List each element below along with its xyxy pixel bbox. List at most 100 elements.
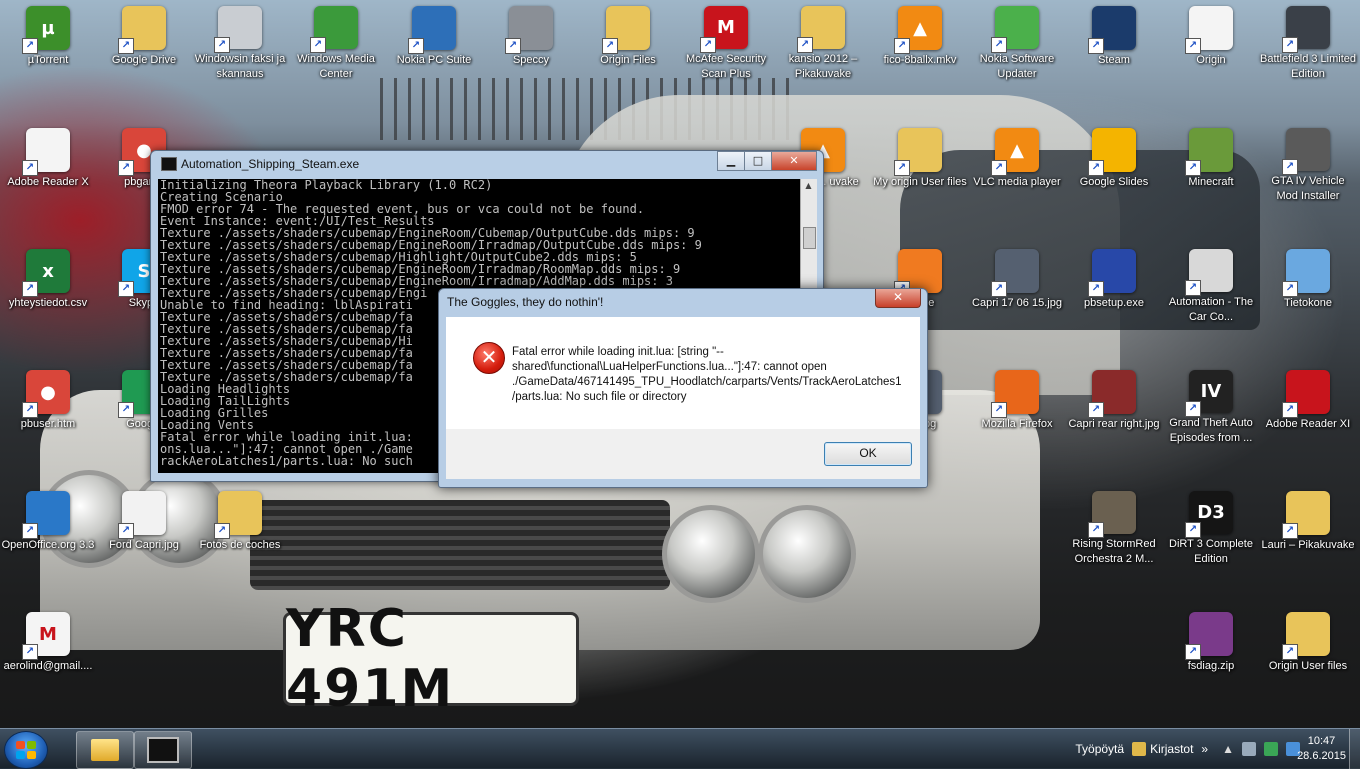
desktop-icon[interactable]: ↗ Google Slides xyxy=(1066,124,1162,204)
taskbar-explorer-button[interactable] xyxy=(76,731,134,769)
ok-button[interactable]: OK xyxy=(824,442,912,466)
desktop-icon[interactable]: ↗ Origin xyxy=(1163,2,1259,82)
windows-logo-icon xyxy=(16,741,36,759)
error-dialog[interactable]: The Goggles, they do nothin'! ✕ ✕ Fatal … xyxy=(438,288,928,488)
dialog-close-button[interactable]: ✕ xyxy=(875,289,921,308)
google-drive-tray-icon[interactable] xyxy=(1264,742,1278,756)
desktop-icon[interactable]: D3 ↗ DiRT 3 Complete Edition xyxy=(1163,487,1259,567)
toolbar-libraries[interactable]: Kirjastot xyxy=(1150,742,1193,756)
folder-icon: ↗ xyxy=(894,128,942,176)
firefox-icon: ↗ xyxy=(991,370,1039,418)
maximize-button[interactable]: □ xyxy=(744,151,772,171)
shortcut-arrow-icon: ↗ xyxy=(1185,38,1201,54)
console-window-controls: ▁ □ ✕ xyxy=(717,151,817,171)
desktop-icon-label: My origin User files xyxy=(873,176,967,188)
toolbar-expand[interactable]: » xyxy=(1201,742,1208,756)
slides-icon: ↗ xyxy=(1088,128,1136,176)
computer-icon: ↗ xyxy=(1282,249,1330,297)
desktop-icon[interactable]: M ↗ McAfee Security Scan Plus xyxy=(678,2,774,82)
desktop-icon[interactable]: ↗ Adobe Reader X xyxy=(0,124,96,204)
wallpaper-grille xyxy=(250,500,670,590)
shortcut-arrow-icon: ↗ xyxy=(1282,523,1298,539)
minimize-button[interactable]: ▁ xyxy=(717,151,745,171)
desktop-icon[interactable]: ↗ Ford Capri.jpg xyxy=(96,487,192,567)
mcafee-icon: M ↗ xyxy=(700,6,748,53)
minecraft-icon: ↗ xyxy=(1185,128,1233,176)
desktop-icon[interactable]: ↗ Google Drive xyxy=(96,2,192,82)
shortcut-arrow-icon: ↗ xyxy=(1282,159,1298,175)
desktop-icon[interactable]: ↗ Origin User files xyxy=(1260,608,1356,688)
shortcut-arrow-icon: ↗ xyxy=(700,37,716,53)
shortcut-arrow-icon: ↗ xyxy=(1088,402,1104,418)
desktop-icon[interactable]: ↗ Capri rear right.jpg xyxy=(1066,366,1162,446)
automation-icon: ↗ xyxy=(1185,249,1233,296)
desktop-icon-label: Adobe Reader XI xyxy=(1265,418,1351,430)
desktop-icon[interactable]: ↗ fsdiag.zip xyxy=(1163,608,1259,688)
desktop-icon[interactable]: µ ↗ µTorrent xyxy=(0,2,96,82)
show-desktop-button[interactable] xyxy=(1349,729,1360,769)
close-button[interactable]: ✕ xyxy=(771,151,817,171)
desktop-icon[interactable]: ↗ Adobe Reader XI xyxy=(1260,366,1356,446)
desktop-icon[interactable]: ↗ Fotos de coches xyxy=(192,487,288,567)
shortcut-arrow-icon: ↗ xyxy=(22,160,38,176)
desktop-icon[interactable]: ▲ ↗ fico-8ballx.mkv xyxy=(872,2,968,82)
scroll-thumb[interactable] xyxy=(803,227,816,249)
console-title: Automation_Shipping_Steam.exe xyxy=(181,157,360,171)
desktop-icon-label: GTA IV Vehicle Mod Installer xyxy=(1271,175,1345,202)
desktop-icon-label: pbsetup.exe xyxy=(1084,297,1144,309)
start-button[interactable] xyxy=(4,731,48,769)
scroll-up-arrow-icon[interactable]: ▲ xyxy=(803,181,814,193)
desktop-icon[interactable]: ↗ Windows Media Center xyxy=(288,2,384,82)
desktop-icon[interactable]: ↗ My origin User files xyxy=(872,124,968,204)
document-icon: ↗ xyxy=(22,128,70,176)
desktop-icon[interactable]: ↗ Speccy xyxy=(483,2,579,82)
desktop-icon-label: Google Slides xyxy=(1079,176,1149,188)
desktop-icon[interactable]: ↗ Minecraft xyxy=(1163,124,1259,204)
console-app-icon xyxy=(161,157,177,171)
clock[interactable]: 10:47 28.6.2015 xyxy=(1297,734,1346,764)
desktop-icon[interactable]: ↗ OpenOffice.org 3.3 xyxy=(0,487,96,567)
taskbar-console-button[interactable] xyxy=(134,731,192,769)
desktop-icon-label: kansio 2012 – Pikakuvake xyxy=(788,53,858,80)
desktop-icon[interactable]: ↗ GTA IV Vehicle Mod Installer xyxy=(1260,124,1356,204)
desktop-icon[interactable]: ↗ Windowsin faksi ja skannaus xyxy=(192,2,288,82)
toolbar-desktop[interactable]: Työpöytä xyxy=(1075,742,1124,756)
openoffice-icon: ↗ xyxy=(22,491,70,539)
desktop-icon[interactable]: ↗ pbsetup.exe xyxy=(1066,245,1162,325)
shortcut-arrow-icon: ↗ xyxy=(1282,402,1298,418)
desktop-icon[interactable]: ↗ Rising StormRed Orchestra 2 M... xyxy=(1066,487,1162,567)
desktop-icon[interactable]: ● ↗ pbuser.htm xyxy=(0,366,96,446)
show-hidden-icons-icon[interactable]: ▲ xyxy=(1222,742,1234,756)
gta-installer-icon: ↗ xyxy=(1282,128,1330,175)
desktop-icon[interactable]: ↗ Origin Files xyxy=(580,2,676,82)
desktop-icon[interactable]: ↗ Lauri – Pikakuvake xyxy=(1260,487,1356,567)
desktop-icon[interactable]: ↗ Nokia PC Suite xyxy=(386,2,482,82)
desktop-icon-label: Ford Capri.jpg xyxy=(109,539,179,551)
desktop-icon[interactable]: ↗ Nokia Software Updater xyxy=(969,2,1065,82)
desktop-icon[interactable]: M ↗ aerolind@gmail.... xyxy=(0,608,96,688)
media-center-icon: ↗ xyxy=(310,6,358,53)
desktop-icon[interactable]: ↗ Battlefield 3 Limited Edition xyxy=(1260,2,1356,82)
desktop-icon[interactable]: ↗ Mozilla Firefox xyxy=(969,366,1065,446)
desktop-icon[interactable]: ↗ Steam xyxy=(1066,2,1162,82)
desktop-icon-label: OpenOffice.org 3.3 xyxy=(1,539,95,551)
desktop-icon-label: Capri rear right.jpg xyxy=(1068,418,1160,430)
desktop-icon[interactable]: ↗ Automation - The Car Co... xyxy=(1163,245,1259,325)
shortcut-arrow-icon: ↗ xyxy=(214,523,230,539)
desktop-icon-label: Grand Theft Auto Episodes from ... xyxy=(1169,417,1253,444)
desktop-icon[interactable]: ↗ kansio 2012 – Pikakuvake xyxy=(775,2,871,82)
shortcut-arrow-icon: ↗ xyxy=(1282,37,1298,53)
shortcut-arrow-icon: ↗ xyxy=(22,281,38,297)
desktop-icon[interactable]: ↗ Tietokone xyxy=(1260,245,1356,325)
dirt3-icon: D3 ↗ xyxy=(1185,491,1233,538)
desktop-icon[interactable]: ↗ Capri 17 06 15.jpg xyxy=(969,245,1065,325)
desktop-icon[interactable]: IV ↗ Grand Theft Auto Episodes from ... xyxy=(1163,366,1259,446)
shortcut-arrow-icon: ↗ xyxy=(602,38,618,54)
clock-date: 28.6.2015 xyxy=(1297,750,1346,762)
desktop-icon[interactable]: x ↗ yhteystiedot.csv xyxy=(0,245,96,325)
desktop-icon[interactable]: ▲ ↗ VLC media player xyxy=(969,124,1065,204)
winrar-icon: ↗ xyxy=(1185,612,1233,660)
network-icon[interactable] xyxy=(1242,742,1256,756)
shortcut-arrow-icon: ↗ xyxy=(1185,280,1201,296)
error-icon: ✕ xyxy=(473,342,505,374)
